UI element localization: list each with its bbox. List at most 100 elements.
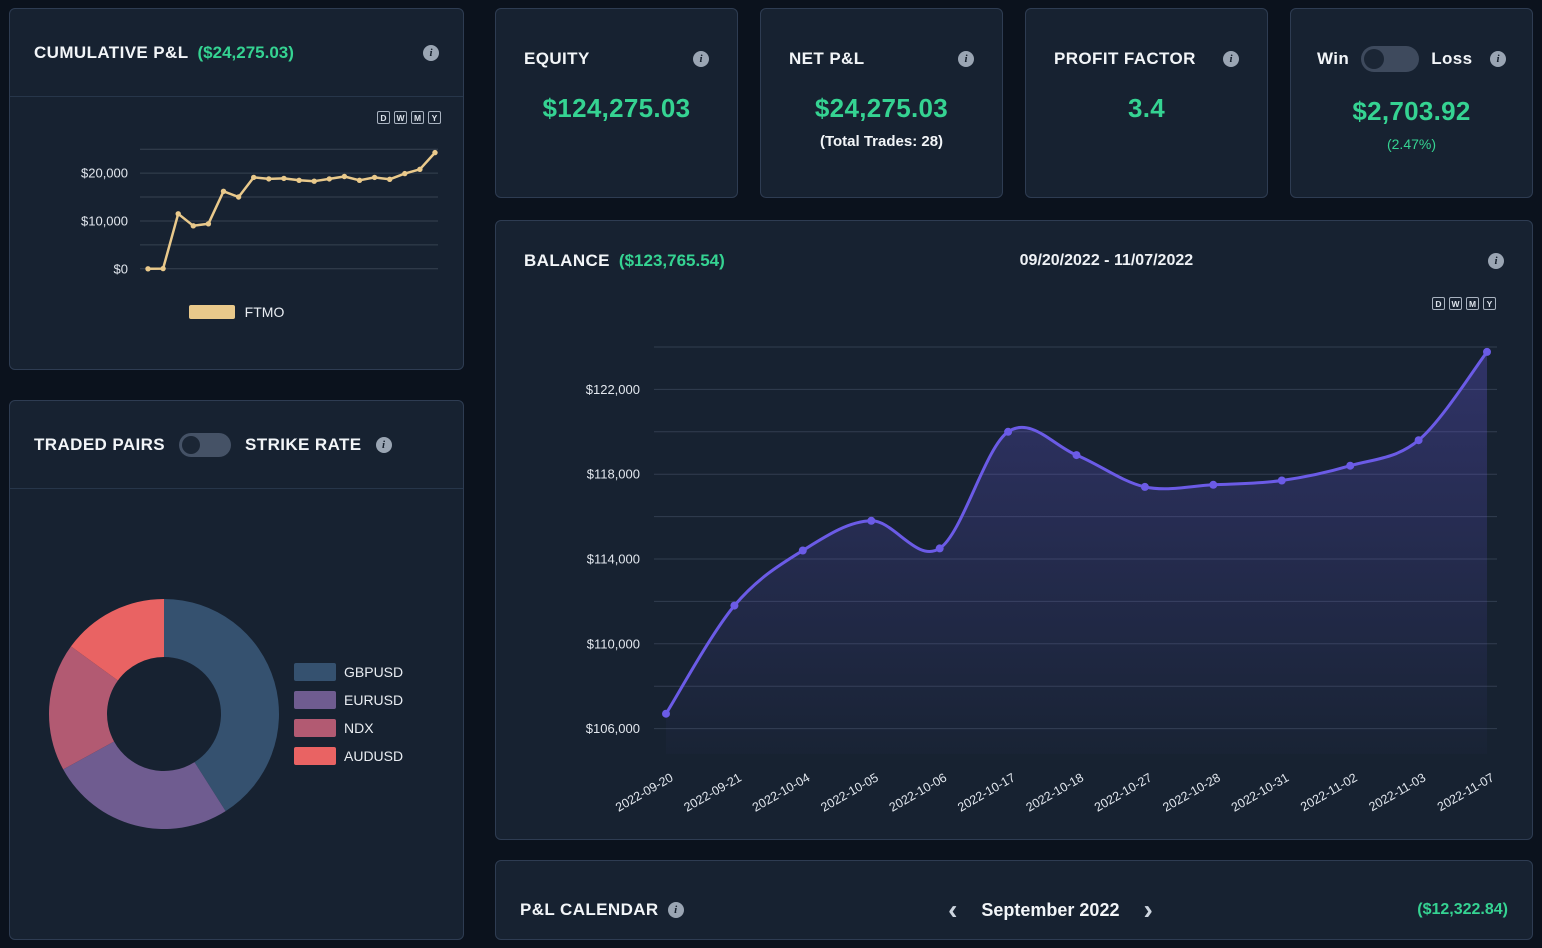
legend-label: GBPUSD [344,664,404,680]
net-pnl-value: $24,275.03 [814,93,949,123]
svg-text:$10,000: $10,000 [81,214,128,229]
balance-range-button-d[interactable]: D [1432,297,1445,310]
profit-factor-card: PROFIT FACTOR i 3.4 [1025,8,1268,198]
profit-factor-header: PROFIT FACTOR i [1026,49,1267,69]
win-loss-header: Win Loss i [1291,46,1532,72]
legend-label: EURUSD [344,692,404,708]
info-icon[interactable]: i [667,902,684,919]
win-loss-card: Win Loss i $2,703.92 (2.47%) [1290,8,1533,198]
profit-factor-value: 3.4 [1127,93,1166,123]
pairs-legend-item-gbpusd[interactable]: GBPUSD [294,663,403,681]
next-month-icon[interactable]: › [1143,895,1152,923]
ftmo-swatch-icon [188,305,235,319]
info-icon[interactable]: i [693,51,709,67]
toggle-knob-icon [182,435,201,454]
legend-swatch-icon [294,719,336,737]
pairs-legend-item-eurusd[interactable]: EURUSD [294,691,403,709]
net-pnl-label: NET P&L [789,49,865,68]
prev-month-icon[interactable]: ‹ [948,895,957,923]
svg-text:2022-09-20: 2022-09-20 [613,770,675,814]
pairs-legend-item-ndx[interactable]: NDX [294,719,403,737]
cumulative-range-button-w[interactable]: W [394,111,407,124]
balance-range-button-m[interactable]: M [1466,297,1479,310]
svg-text:$20,000: $20,000 [81,166,128,181]
balance-title-group: BALANCE ($123,765.54) [524,251,725,271]
info-icon[interactable]: i [958,51,974,67]
calendar-pnl-value: ($12,322.84) [1417,901,1508,919]
equity-value: $124,275.03 [542,93,691,123]
cumulative-range-button-m[interactable]: M [411,111,424,124]
win-loss-toggle[interactable] [1361,46,1420,72]
pairs-strike-toggle[interactable] [179,432,232,457]
calendar-title-group: P&L CALENDAR i [520,900,684,920]
traded-pairs-body: GBPUSD EURUSD NDX AUDUSD [10,489,463,939]
ftmo-legend-label: FTMO [244,304,285,320]
equity-card: EQUITY i $124,275.03 [495,8,738,198]
balance-header: BALANCE ($123,765.54) 09/20/2022 - 11/07… [496,221,1532,271]
traded-pairs-legend: GBPUSD EURUSD NDX AUDUSD [294,663,403,765]
cumulative-range-buttons: DWMY [10,111,463,124]
win-loss-value: $2,703.92 [1352,96,1471,126]
cumulative-pnl-card: CUMULATIVE P&L ($24,275.03) i DWMY $0 $10… [9,8,464,370]
balance-chart: $106,000 $110,000 $114,000 $118,000 $122,000… [586,346,1497,814]
svg-text:2022-10-17: 2022-10-17 [955,770,1017,814]
cumulative-range-button-y[interactable]: Y [428,111,441,124]
info-icon[interactable]: i [423,44,439,61]
svg-text:$114,000: $114,000 [587,552,640,567]
equity-header: EQUITY i [496,49,737,69]
cumulative-legend-item-ftmo[interactable]: FTMO [10,304,463,320]
svg-text:2022-10-04: 2022-10-04 [750,770,812,814]
svg-text:$122,000: $122,000 [586,382,640,397]
balance-date-range: 09/20/2022 - 11/07/2022 [1019,252,1194,269]
pnl-calendar-card: P&L CALENDAR i ‹ September 2022 › ($12,3… [495,860,1533,940]
cumulative-value: ($24,275.03) [197,42,294,62]
balance-range-buttons: DWMY [496,297,1532,310]
legend-label: NDX [344,720,374,736]
info-icon[interactable]: i [1490,51,1506,67]
svg-text:2022-11-03: 2022-11-03 [1367,770,1429,814]
pairs-legend-item-audusd[interactable]: AUDUSD [294,747,403,765]
win-label: Win [1317,49,1350,68]
balance-range-button-y[interactable]: Y [1483,297,1496,310]
left-column: CUMULATIVE P&L ($24,275.03) i DWMY $0 $10… [9,8,464,940]
svg-text:2022-11-07: 2022-11-07 [1435,770,1497,814]
calendar-month-nav: ‹ September 2022 › [684,895,1418,923]
calendar-header: P&L CALENDAR i ‹ September 2022 › ($12,3… [496,861,1532,923]
cumulative-title: CUMULATIVE P&L [34,42,189,62]
traded-pairs-header: TRADED PAIRS STRIKE RATE i [10,401,463,489]
calendar-month-label: September 2022 [981,899,1120,920]
svg-text:$0: $0 [114,261,128,276]
svg-text:2022-09-21: 2022-09-21 [682,770,744,814]
cumulative-pnl-chart: $0 $10,000 $20,000 [81,148,438,276]
balance-card: BALANCE ($123,765.54) 09/20/2022 - 11/07… [495,220,1533,840]
svg-text:2022-10-27: 2022-10-27 [1092,770,1154,814]
svg-text:$110,000: $110,000 [587,636,640,651]
info-icon[interactable]: i [375,436,392,453]
balance-value: ($123,765.54) [618,251,725,270]
svg-text:$106,000: $106,000 [586,721,640,736]
traded-pairs-donut-chart [48,599,280,830]
svg-text:2022-10-05: 2022-10-05 [818,770,880,814]
balance-range-button-w[interactable]: W [1449,297,1462,310]
svg-text:2022-11-02: 2022-11-02 [1298,770,1360,814]
strike-rate-label: STRIKE RATE [245,434,362,454]
calendar-title: P&L CALENDAR [520,900,659,920]
svg-text:2022-10-28: 2022-10-28 [1160,770,1222,814]
svg-text:2022-10-31: 2022-10-31 [1229,770,1291,814]
svg-text:2022-10-06: 2022-10-06 [887,770,949,814]
net-pnl-card: NET P&L i $24,275.03 (Total Trades: 28) [760,8,1003,198]
win-loss-percent: (2.47%) [1386,136,1437,152]
cumulative-title-group: CUMULATIVE P&L ($24,275.03) [34,43,294,63]
balance-title: BALANCE [524,251,610,270]
legend-swatch-icon [294,691,336,709]
info-icon[interactable]: i [1488,253,1504,269]
cumulative-range-button-d[interactable]: D [377,111,390,124]
loss-label: Loss [1431,49,1473,68]
legend-swatch-icon [294,663,336,681]
info-icon[interactable]: i [1223,51,1239,67]
svg-text:$118,000: $118,000 [587,467,640,482]
cumulative-card-header: CUMULATIVE P&L ($24,275.03) i [10,9,463,97]
stats-row: EQUITY i $124,275.03 NET P&L i $24,275.0… [495,8,1533,198]
traded-pairs-card: TRADED PAIRS STRIKE RATE i GBPUSD EURUSD… [9,400,464,940]
traded-pairs-label: TRADED PAIRS [34,434,166,454]
